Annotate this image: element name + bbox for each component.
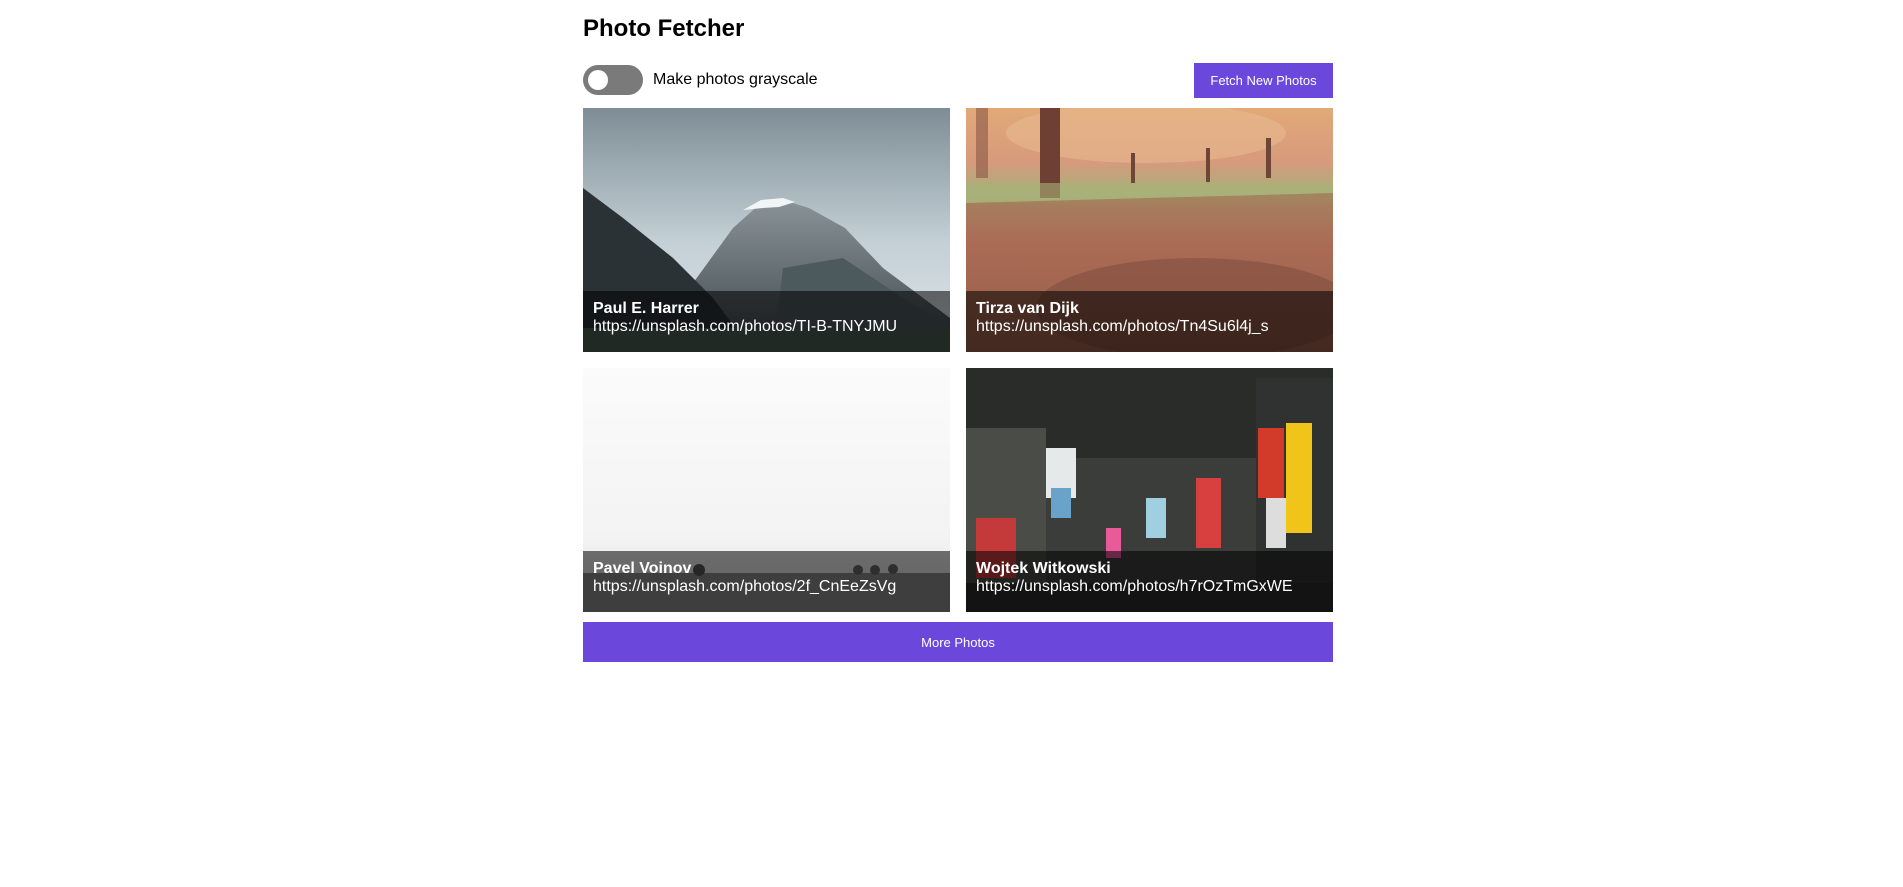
toggle-knob (588, 70, 608, 90)
controls-bar: Make photos grayscale Fetch New Photos (583, 63, 1333, 98)
photo-author: Pavel Voinov (593, 560, 692, 577)
grayscale-toggle-label: Make photos grayscale (653, 71, 818, 88)
photo-card[interactable]: Wojtek Witkowski https://unsplash.com/ph… (966, 368, 1333, 612)
photo-caption: Pavel Voinov https://unsplash.com/photos… (583, 551, 950, 612)
photo-url: https://unsplash.com/photos/Tn4Su6l4j_s (976, 318, 1269, 335)
photo-card[interactable]: Tirza van Dijk https://unsplash.com/phot… (966, 108, 1333, 352)
page-title: Photo Fetcher (583, 15, 745, 42)
photo-caption: Wojtek Witkowski https://unsplash.com/ph… (966, 551, 1333, 612)
photo-url: https://unsplash.com/photos/h7rOzTmGxWE (976, 578, 1293, 595)
photo-card[interactable]: Paul E. Harrer https://unsplash.com/phot… (583, 108, 950, 352)
photo-author: Wojtek Witkowski (976, 560, 1111, 577)
photo-caption: Paul E. Harrer https://unsplash.com/phot… (583, 291, 950, 352)
photo-caption: Tirza van Dijk https://unsplash.com/phot… (966, 291, 1333, 352)
photo-url: https://unsplash.com/photos/2f_CnEeZsVg (593, 578, 897, 595)
more-photos-button[interactable]: More Photos (583, 622, 1333, 662)
photo-author: Paul E. Harrer (593, 300, 699, 317)
grayscale-toggle[interactable] (583, 65, 643, 95)
fetch-new-photos-button[interactable]: Fetch New Photos (1194, 63, 1333, 98)
photo-url: https://unsplash.com/photos/TI-B-TNYJMU (593, 318, 898, 335)
photo-card[interactable]: Pavel Voinov https://unsplash.com/photos… (583, 368, 950, 612)
photo-author: Tirza van Dijk (976, 300, 1079, 317)
